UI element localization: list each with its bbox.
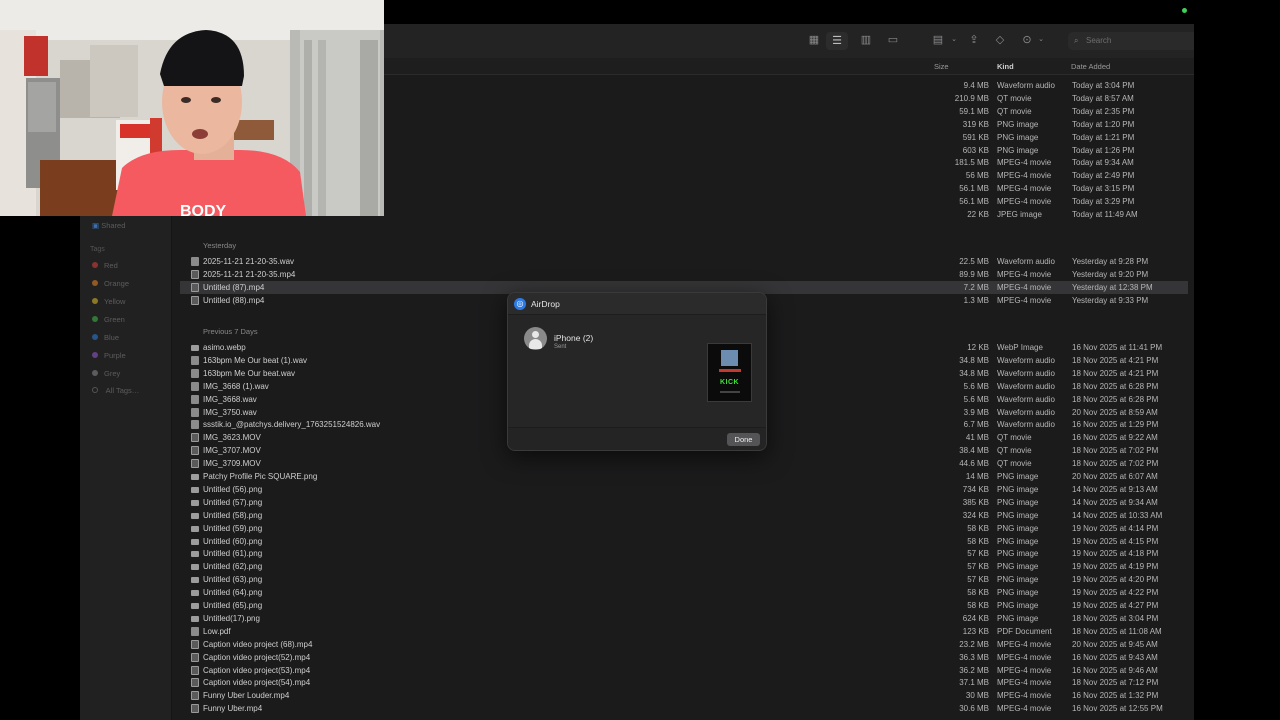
tag-color-dot-icon	[92, 316, 98, 322]
list-view-button[interactable]: ☰	[826, 32, 848, 50]
device-name: iPhone (2)	[554, 333, 594, 343]
search-placeholder: Search	[1086, 36, 1112, 45]
gallery-view-icon[interactable]: ▭	[885, 33, 901, 47]
sidebar-tag-green[interactable]: Green	[92, 314, 125, 326]
webcam-overlay: BODY	[0, 0, 384, 216]
sidebar-tag-purple[interactable]: Purple	[92, 350, 126, 362]
column-view-icon[interactable]: ▥	[858, 33, 874, 47]
shared-file-thumbnail: KICK	[707, 343, 752, 402]
sidebar-tag-orange[interactable]: Orange	[92, 278, 129, 290]
webcam-image: BODY	[0, 0, 384, 216]
sidebar-tag-red[interactable]: Red	[92, 260, 118, 272]
tag-color-dot-icon	[92, 280, 98, 286]
sidebar-item-label: Blue	[104, 333, 120, 342]
tag-color-dot-icon	[92, 370, 98, 376]
sidebar-item-label: Grey	[104, 369, 121, 378]
sidebar-item-label: Green	[104, 315, 125, 324]
sidebar-item-label: Purple	[104, 351, 126, 360]
tag-outline-icon	[92, 387, 98, 393]
sidebar-item-label: Orange	[104, 279, 130, 288]
sidebar-section-tags: Tags	[90, 246, 105, 253]
recording-indicator	[1182, 8, 1187, 13]
group-by-icon[interactable]: ▤	[930, 33, 946, 47]
column-header-date-added[interactable]: Date Added	[1071, 62, 1110, 71]
person-icon	[532, 331, 539, 338]
tag-color-dot-icon	[92, 334, 98, 340]
transfer-status: Sent	[554, 344, 567, 350]
done-button[interactable]: Done	[727, 433, 760, 446]
tag-color-dot-icon	[92, 262, 98, 268]
sidebar-item-shared[interactable]: ▣ Shared	[92, 220, 125, 232]
sidebar-item-label: Yellow	[104, 297, 126, 306]
chevron-down-icon: ⌄	[951, 36, 957, 43]
column-header-size[interactable]: Size	[934, 62, 949, 71]
airdrop-icon: ◎	[514, 298, 526, 310]
shirt-text: BODY	[180, 203, 227, 216]
airdrop-sheet: ◎ AirDrop iPhone (2) Sent KICK Done	[507, 292, 767, 451]
search-icon: ⌕	[1074, 36, 1079, 45]
device-avatar[interactable]	[524, 327, 547, 350]
icon-view-icon[interactable]: ▦	[806, 33, 822, 47]
sidebar-item-all-tags[interactable]: All Tags…	[92, 385, 139, 397]
tag-icon[interactable]: ◇	[992, 33, 1008, 47]
airdrop-footer: Done	[508, 427, 766, 450]
shared-icon: ▣	[92, 221, 100, 230]
sidebar-tag-grey[interactable]: Grey	[92, 368, 120, 380]
sidebar-tag-blue[interactable]: Blue	[92, 332, 119, 344]
search-input[interactable]: ⌕ Search	[1068, 32, 1194, 50]
sidebar-item-label: Shared	[101, 221, 126, 230]
share-icon[interactable]: ⇪	[966, 33, 982, 47]
sidebar-item-label: All Tags…	[105, 386, 140, 395]
sidebar-tag-yellow[interactable]: Yellow	[92, 296, 125, 308]
thumbnail-text: KICK	[719, 379, 740, 386]
sidebar-item-label: Red	[104, 261, 118, 270]
list-view-icon: ☰	[832, 35, 842, 47]
airdrop-header: ◎ AirDrop	[508, 293, 766, 315]
airdrop-title: AirDrop	[531, 299, 560, 309]
column-header-kind[interactable]: Kind	[997, 62, 1014, 71]
tag-color-dot-icon	[92, 352, 98, 358]
chevron-down-icon: ⌄	[1038, 36, 1044, 43]
tag-color-dot-icon	[92, 298, 98, 304]
